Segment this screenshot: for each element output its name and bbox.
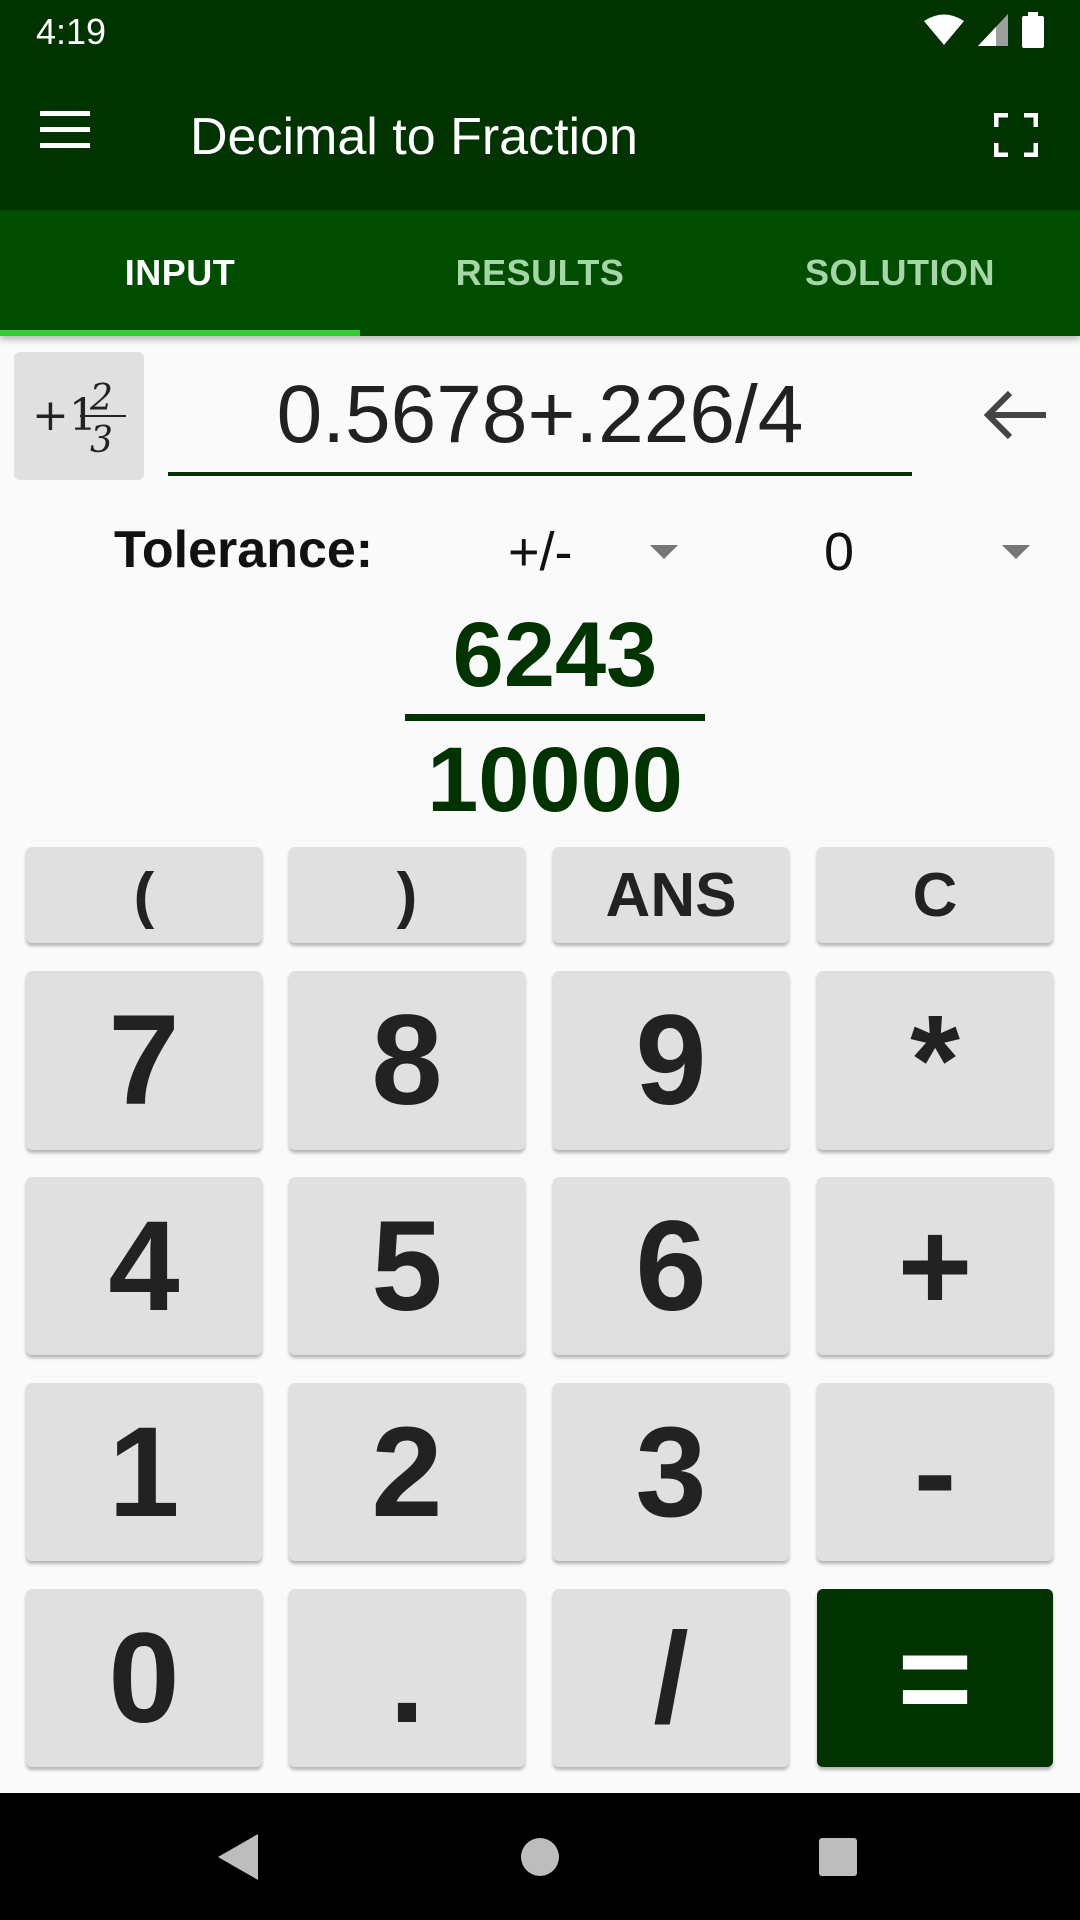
tolerance-mode-dropdown[interactable]: +/- [500,515,690,585]
key-minus[interactable]: - [817,1383,1053,1561]
tab-input[interactable]: INPUT [0,210,360,336]
navigation-bar [0,1793,1080,1920]
tolerance-mode-value: +/- [508,522,573,582]
mixed-fraction-denominator: 3 [90,420,113,461]
status-bar: 4:19 [0,0,1080,63]
app-title: Decimal to Fraction [190,108,638,166]
nav-recents-button[interactable] [778,1793,898,1920]
key-plus[interactable]: + [817,1177,1053,1355]
result-numerator: 6243 [452,604,658,706]
menu-icon[interactable] [40,111,96,159]
nav-home-button[interactable] [480,1793,600,1920]
result-fraction: 6243 10000 [405,600,705,835]
result-denominator: 10000 [427,729,683,831]
key-divide[interactable]: / [553,1589,789,1767]
recents-square-icon [819,1837,857,1876]
tab-solution[interactable]: SOLUTION [720,210,1080,336]
fullscreen-icon[interactable] [994,113,1038,157]
key-ans[interactable]: ANS [553,847,789,943]
tab-results[interactable]: RESULTS [360,210,720,336]
key-open-paren[interactable]: ( [26,847,262,943]
key-5[interactable]: 5 [289,1177,525,1355]
expression-input[interactable]: 0.5678+.226/4 [168,360,912,476]
key-clear[interactable]: C [817,847,1053,943]
fraction-bar [405,714,705,721]
app-bar: Decimal to Fraction [0,63,1080,210]
key-1[interactable]: 1 [26,1383,262,1561]
key-7[interactable]: 7 [26,971,262,1150]
key-2[interactable]: 2 [289,1383,525,1561]
cell-signal-icon [978,14,1008,46]
tolerance-label: Tolerance: [114,521,374,579]
key-multiply[interactable]: * [817,971,1053,1150]
mixed-fraction-button[interactable]: +1 2 3 [14,352,144,480]
key-8[interactable]: 8 [289,971,525,1150]
wifi-icon [924,14,964,45]
backspace-arrow-icon[interactable] [980,385,1050,445]
dropdown-arrow-icon [650,545,678,559]
key-3[interactable]: 3 [553,1383,789,1561]
home-circle-icon [521,1837,559,1876]
battery-icon [1022,12,1044,48]
dropdown-arrow-icon [1002,545,1030,559]
key-9[interactable]: 9 [553,971,789,1150]
status-icons [924,12,1044,48]
key-0[interactable]: 0 [26,1589,262,1767]
tolerance-value-dropdown[interactable]: 0 [800,515,1040,585]
back-triangle-icon [218,1833,258,1880]
key-decimal[interactable]: . [289,1589,525,1767]
tolerance-value: 0 [824,522,855,582]
key-equals[interactable]: = [817,1589,1053,1767]
mixed-fraction-icon: +1 2 3 [32,378,126,461]
key-6[interactable]: 6 [553,1177,789,1355]
mixed-fraction-numerator: 2 [89,378,113,419]
tab-bar: INPUT RESULTS SOLUTION [0,210,1080,336]
nav-back-button[interactable] [178,1793,298,1920]
status-time: 4:19 [36,11,107,52]
key-4[interactable]: 4 [26,1177,262,1355]
key-close-paren[interactable]: ) [289,847,525,943]
